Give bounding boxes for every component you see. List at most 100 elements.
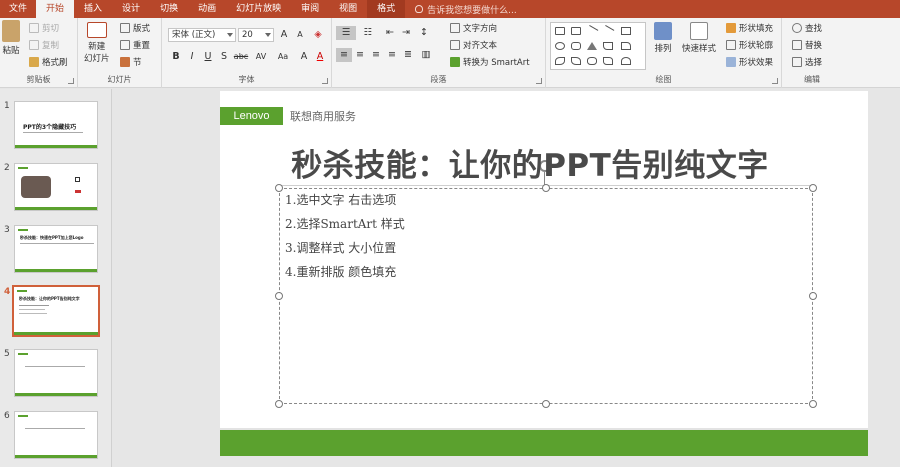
dialog-launcher-icon[interactable] — [68, 78, 74, 84]
bullets-icon[interactable]: ☰ — [336, 26, 356, 40]
font-name-combo[interactable]: 宋体 (正文) — [168, 28, 236, 42]
arc-shape-icon[interactable] — [621, 57, 631, 65]
shape-effects-button[interactable]: 形状效果 — [726, 56, 773, 68]
bullet-line[interactable]: 2.选择SmartArt 样式 — [285, 215, 405, 232]
char-spacing-button[interactable]: AV — [252, 50, 270, 64]
resize-handle[interactable] — [275, 400, 283, 408]
align-right-icon[interactable]: ≡ — [368, 48, 384, 62]
font-color-button[interactable]: A — [312, 50, 328, 64]
underline-button[interactable]: U — [200, 50, 216, 64]
slide-thumbnail[interactable]: 2 — [0, 163, 112, 219]
triangle-shape-icon[interactable] — [587, 42, 597, 50]
align-left-icon[interactable]: ≡ — [336, 48, 352, 62]
new-slide-button[interactable]: 新建 幻灯片 — [84, 22, 110, 64]
bullet-line[interactable]: 4.重新排版 颜色填充 — [285, 263, 396, 280]
increase-indent-icon[interactable]: ⇥ — [398, 26, 414, 40]
text-direction-button[interactable]: 文字方向 — [450, 22, 497, 34]
arrow-shape-icon[interactable] — [601, 25, 615, 37]
group-label-drawing: 绘图 — [655, 75, 672, 84]
slide-title[interactable]: 秒杀技能：让你的PPT告别纯文字 — [220, 140, 840, 185]
tell-me-box[interactable]: 告诉我您想要做什么... — [405, 3, 517, 16]
tab-animations[interactable]: 动画 — [188, 0, 226, 18]
slide-preview-footer — [15, 145, 97, 148]
shapes-gallery[interactable] — [550, 22, 646, 70]
tab-review[interactable]: 审阅 — [291, 0, 329, 18]
shape-outline-button[interactable]: 形状轮廓 — [726, 39, 773, 51]
dialog-launcher-icon[interactable] — [322, 78, 328, 84]
freeform-shape-icon[interactable] — [603, 57, 613, 65]
curve-shape-icon[interactable] — [555, 57, 565, 65]
clear-all-format-button[interactable]: A — [296, 50, 312, 64]
dialog-launcher-icon[interactable] — [772, 78, 778, 84]
slide-thumbnail[interactable]: 1 PPT的3个隐藏技巧 — [0, 101, 112, 157]
find-button[interactable]: 查找 — [792, 22, 822, 34]
tab-slideshow[interactable]: 幻灯片放映 — [226, 0, 291, 18]
grow-font-icon[interactable]: A — [276, 28, 292, 42]
shape-fill-button[interactable]: 形状填充 — [726, 22, 773, 34]
section-button[interactable]: 节 — [120, 56, 142, 68]
resize-handle[interactable] — [542, 400, 550, 408]
numbering-icon[interactable]: ☷ — [358, 26, 378, 40]
quick-styles-button[interactable]: 快速样式 — [682, 22, 716, 54]
tab-view[interactable]: 视图 — [329, 0, 367, 18]
bullet-line[interactable]: 3.调整样式 大小位置 — [285, 239, 396, 256]
format-painter-button[interactable]: 格式刷 — [29, 56, 68, 68]
bullet-line[interactable]: 1.选中文字 右击选项 — [285, 191, 396, 208]
copy-button[interactable]: 复制 — [29, 39, 59, 51]
tab-format[interactable]: 格式 — [367, 0, 406, 18]
italic-button[interactable]: I — [184, 50, 200, 64]
curve-shape-icon[interactable] — [571, 57, 581, 65]
font-size-combo[interactable]: 20 — [238, 28, 274, 42]
resize-handle[interactable] — [275, 292, 283, 300]
slide-thumbnail[interactable]: 3 秒杀技能：快速在PPT加上您Logo — [0, 225, 112, 281]
replace-button[interactable]: 替换 — [792, 39, 822, 51]
convert-smartart-button[interactable]: 转换为 SmartArt — [450, 56, 530, 68]
tab-transitions[interactable]: 切换 — [150, 0, 188, 18]
resize-handle[interactable] — [809, 292, 817, 300]
resize-handle[interactable] — [809, 400, 817, 408]
align-text-button[interactable]: 对齐文本 — [450, 39, 497, 51]
decrease-indent-icon[interactable]: ⇤ — [382, 26, 398, 40]
strikethrough-button[interactable]: abc — [232, 50, 250, 64]
paste-button[interactable]: 粘贴 — [2, 20, 20, 56]
replace-label: 替换 — [805, 41, 823, 51]
select-button[interactable]: 选择 — [792, 56, 822, 68]
clear-format-icon[interactable]: ◈ — [310, 28, 326, 42]
shadow-button[interactable]: S — [216, 50, 232, 64]
resize-handle[interactable] — [542, 184, 550, 192]
body-text-placeholder[interactable]: 1.选中文字 右击选项 2.选择SmartArt 样式 3.调整样式 大小位置 … — [279, 188, 813, 404]
tab-file[interactable]: 文件 — [0, 0, 36, 18]
select-label: 选择 — [805, 58, 823, 68]
connector-shape-icon[interactable] — [603, 42, 613, 50]
slide-thumbnail-selected[interactable]: 4 秒杀技能：让你的PPT告别纯文字 — [0, 285, 112, 343]
textbox-shape-icon[interactable] — [555, 27, 565, 35]
dialog-launcher-icon[interactable] — [536, 78, 542, 84]
justify-icon[interactable]: ≡ — [384, 48, 400, 62]
arrange-button[interactable]: 排列 — [654, 22, 672, 54]
textbox-shape-icon[interactable] — [571, 27, 581, 35]
rounded-rect-shape-icon[interactable] — [571, 42, 581, 50]
cut-button[interactable]: 剪切 — [29, 22, 59, 34]
oval-shape-icon[interactable] — [555, 42, 565, 50]
tab-home[interactable]: 开始 — [36, 0, 75, 18]
change-case-button[interactable]: Aa — [274, 50, 292, 64]
distribute-icon[interactable]: ≣ — [400, 48, 416, 62]
slide-thumbnail[interactable]: 6 — [0, 411, 112, 467]
columns-icon[interactable]: ▥ — [418, 48, 434, 62]
align-center-icon[interactable]: ≡ — [352, 48, 368, 62]
tab-design[interactable]: 设计 — [112, 0, 150, 18]
reset-button[interactable]: 重置 — [120, 39, 150, 51]
resize-handle[interactable] — [275, 184, 283, 192]
line-shape-icon[interactable] — [585, 25, 599, 37]
layout-button[interactable]: 版式 — [120, 22, 150, 34]
bold-button[interactable]: B — [168, 50, 184, 64]
line-spacing-icon[interactable]: ↕ — [416, 26, 432, 40]
resize-handle[interactable] — [809, 184, 817, 192]
tab-insert[interactable]: 插入 — [74, 0, 112, 18]
connector-shape-icon[interactable] — [621, 42, 631, 50]
shrink-font-icon[interactable]: A — [292, 28, 308, 42]
freeform-shape-icon[interactable] — [587, 57, 597, 65]
slide-thumbnail[interactable]: 5 — [0, 349, 112, 405]
rectangle-shape-icon[interactable] — [621, 27, 631, 35]
slide-preview-title: 秒杀技能：快速在PPT加上您Logo — [20, 235, 84, 240]
